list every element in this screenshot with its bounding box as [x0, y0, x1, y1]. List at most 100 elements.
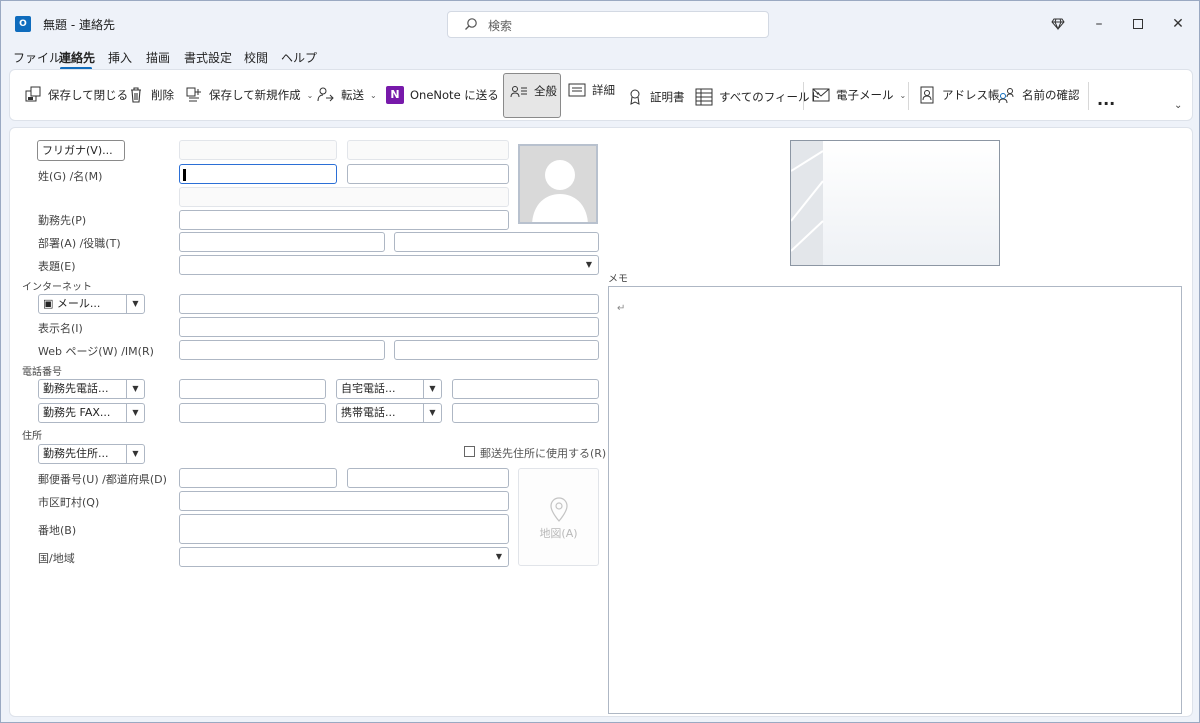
search-box[interactable]: 検索 — [447, 11, 769, 38]
prefecture-field[interactable] — [347, 468, 509, 488]
dropdown-arrow-icon: ▼ — [585, 260, 593, 269]
phone2-type-select[interactable]: 自宅電話... ▼ — [336, 379, 442, 399]
first-name-field[interactable] — [347, 164, 509, 184]
memo-textarea[interactable]: ↵ — [608, 286, 1182, 714]
tab-review[interactable]: 校閲 — [244, 49, 268, 66]
email-button[interactable]: 電子メール ⌄ — [812, 80, 906, 110]
business-card-preview[interactable] — [790, 140, 1000, 266]
phone3-type-select[interactable]: 勤務先 FAX... ▼ — [38, 403, 145, 423]
save-close-label: 保存して閉じる — [48, 88, 129, 102]
dropdown-arrow-icon: ▼ — [495, 552, 503, 561]
country-select[interactable]: ▼ — [179, 547, 509, 567]
address-type-label: 勤務先住所... — [43, 447, 109, 460]
map-pin-icon — [550, 497, 568, 522]
city-field[interactable] — [179, 491, 509, 511]
ribbon-separator — [908, 82, 909, 110]
contact-form: フリガナ(V)... 姓(G) /名(M) 勤務先(P) 部署(A) /役職(T… — [9, 127, 1193, 717]
mail-icon — [812, 88, 830, 102]
dropdown-arrow-icon: ▼ — [126, 295, 144, 313]
company-field[interactable] — [179, 210, 509, 230]
tab-file[interactable]: ファイル — [13, 49, 61, 66]
file-as-label: 表題(E) — [38, 260, 76, 273]
dropdown-arrow-icon: ▼ — [423, 380, 441, 398]
title-bar: O 無題 - 連絡先 検索 – ✕ — [1, 1, 1200, 45]
tab-format[interactable]: 書式設定 — [184, 49, 232, 66]
ribbon-separator — [1088, 82, 1089, 110]
city-label: 市区町村(Q) — [38, 496, 100, 509]
im-address-field[interactable] — [394, 340, 599, 360]
department-field[interactable] — [179, 232, 385, 252]
maximize-button[interactable] — [1127, 13, 1149, 35]
all-fields-label: すべてのフィールド — [719, 90, 822, 104]
onenote-icon: N — [386, 86, 404, 104]
general-label: 全般 — [534, 84, 557, 98]
address-book-button[interactable]: アドレス帳 — [918, 80, 1000, 110]
country-label: 国/地域 — [38, 552, 75, 565]
display-name-field[interactable] — [179, 317, 599, 337]
tab-insert[interactable]: 挿入 — [108, 49, 132, 66]
onenote-button[interactable]: N OneNote に送る — [386, 80, 499, 110]
tab-help[interactable]: ヘルプ — [281, 49, 317, 66]
outlook-icon: O — [15, 16, 31, 32]
company-label: 勤務先(P) — [38, 214, 87, 227]
email-field[interactable] — [179, 294, 599, 314]
delete-button[interactable]: 削除 — [127, 80, 174, 110]
forward-button[interactable]: 転送 ⌄ — [317, 80, 377, 110]
certificates-button[interactable]: 証明書 — [626, 82, 685, 112]
ribbon-separator — [803, 82, 804, 110]
tab-contact[interactable]: 連絡先 — [59, 49, 95, 66]
save-close-icon — [25, 86, 41, 102]
map-button[interactable]: 地図(A) — [518, 468, 599, 566]
ribbon-collapse-chevron-icon[interactable]: ⌄ — [1174, 100, 1182, 111]
diamond-icon[interactable] — [1047, 13, 1069, 35]
close-button[interactable]: ✕ — [1167, 13, 1189, 35]
certificate-icon — [630, 89, 640, 105]
address-section-label: 住所 — [22, 431, 42, 442]
phone1-type-label: 勤務先電話... — [43, 382, 109, 395]
job-title-field[interactable] — [394, 232, 599, 252]
table-icon — [695, 88, 713, 106]
save-close-button[interactable]: 保存して閉じる — [24, 80, 128, 110]
postal-code-field[interactable] — [179, 468, 337, 488]
check-names-button[interactable]: 名前の確認 — [998, 80, 1080, 110]
street-field[interactable] — [179, 514, 509, 544]
window-title: 無題 - 連絡先 — [43, 18, 115, 32]
web-page-field[interactable] — [179, 340, 385, 360]
phone2-type-label: 自宅電話... — [341, 382, 396, 395]
file-as-select[interactable]: ▼ — [179, 255, 599, 275]
details-label: 詳細 — [592, 83, 615, 97]
phone2-field[interactable] — [452, 379, 599, 399]
save-new-icon — [186, 87, 201, 102]
email-label: 電子メール — [836, 88, 894, 102]
last-name-field[interactable] — [179, 164, 337, 184]
trash-icon — [131, 87, 141, 103]
department-label: 部署(A) /役職(T) — [38, 237, 121, 250]
minimize-button[interactable]: – — [1088, 13, 1110, 35]
furigana-button[interactable]: フリガナ(V)... — [37, 140, 125, 161]
phone4-type-select[interactable]: 携帯電話... ▼ — [336, 403, 442, 423]
phone1-field[interactable] — [179, 379, 326, 399]
email-type-select[interactable]: ▣ メール... ▼ — [38, 294, 145, 314]
phone-section-label: 電話番号 — [22, 367, 62, 378]
forward-label: 転送 — [341, 88, 364, 102]
phone3-type-label: 勤務先 FAX... — [43, 406, 111, 419]
check-names-label: 名前の確認 — [1022, 88, 1080, 102]
mailing-address-label: 郵送先住所に使用する(R) — [480, 447, 607, 460]
phone4-field[interactable] — [452, 403, 599, 423]
mailing-address-checkbox[interactable] — [464, 446, 475, 457]
contact-photo[interactable] — [518, 144, 598, 224]
details-button[interactable]: 詳細 — [568, 75, 615, 105]
forward-chevron-icon: ⌄ — [370, 90, 377, 100]
certificates-label: 証明書 — [650, 90, 685, 104]
memo-label: メモ — [608, 274, 628, 285]
more-options-button[interactable]: ... — [1097, 84, 1115, 114]
email-chevron-icon: ⌄ — [899, 90, 907, 100]
general-button[interactable]: 全般 — [510, 76, 557, 106]
save-new-button[interactable]: 保存して新規作成 ⌄ — [185, 80, 313, 110]
phone1-type-select[interactable]: 勤務先電話... ▼ — [38, 379, 145, 399]
address-book-label: アドレス帳 — [942, 88, 1000, 102]
phone3-field[interactable] — [179, 403, 326, 423]
name-label: 姓(G) /名(M) — [38, 170, 103, 183]
address-type-select[interactable]: 勤務先住所... ▼ — [38, 444, 145, 464]
tab-draw[interactable]: 描画 — [146, 49, 170, 66]
